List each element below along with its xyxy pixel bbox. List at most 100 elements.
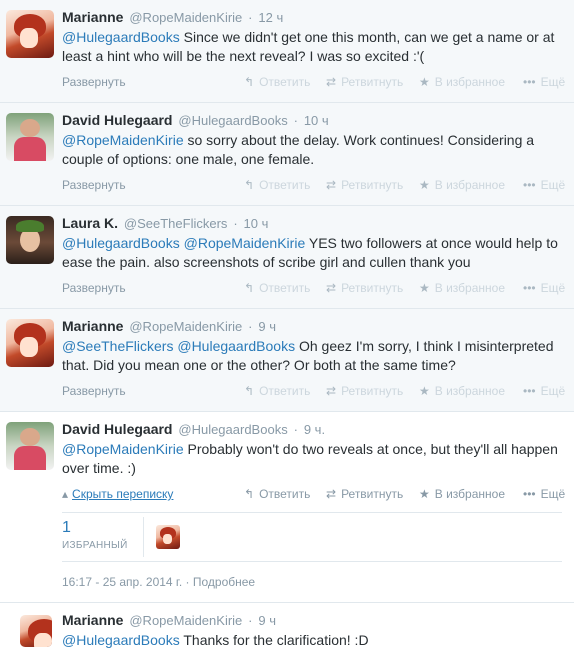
favoriters-avatars: [144, 525, 180, 549]
favorite-label: В избранное: [434, 487, 505, 501]
fullname[interactable]: David Hulegaard: [62, 421, 172, 437]
ellipsis-icon: •••: [523, 384, 536, 398]
star-icon: ★: [419, 178, 430, 192]
details-link[interactable]: Подробнее: [193, 575, 255, 589]
tweet-actions: ▴ Скрыть переписку ↰ Ответить ⇄ Ретвитнуть …: [62, 484, 565, 504]
fullname[interactable]: Marianne: [62, 318, 123, 334]
mention-link[interactable]: @RopeMaidenKirie: [184, 235, 306, 251]
favorite-button[interactable]: ★ В избранное: [419, 178, 523, 192]
favorite-button[interactable]: ★ В избранное: [419, 487, 523, 501]
separator-dot: ·: [248, 10, 253, 25]
focused-tweet[interactable]: David Hulegaard @HulegaardBooks · 9 ч. @…: [0, 412, 574, 603]
username[interactable]: @HulegaardBooks: [178, 422, 287, 437]
avatar[interactable]: [6, 216, 54, 264]
ellipsis-icon: •••: [523, 178, 536, 192]
more-button[interactable]: ••• Ещё: [523, 178, 565, 192]
mention-link[interactable]: @HulegaardBooks: [62, 235, 180, 251]
retweet-button[interactable]: ⇄ Ретвитнуть: [326, 384, 419, 398]
tweet-text: @RopeMaidenKirie so sorry about the dela…: [62, 131, 562, 169]
username[interactable]: @RopeMaidenKirie: [129, 10, 242, 25]
retweet-icon: ⇄: [326, 487, 337, 501]
more-button[interactable]: ••• Ещё: [523, 487, 565, 501]
favorite-button[interactable]: ★ В избранное: [419, 75, 523, 89]
fullname[interactable]: Laura K.: [62, 215, 118, 231]
expand-link[interactable]: Развернуть: [62, 75, 244, 89]
mention-link[interactable]: @HulegaardBooks: [177, 338, 295, 354]
favorite-button[interactable]: ★ В избранное: [419, 281, 523, 295]
tweet-meta: 16:17 - 25 апр. 2014 г. · Подробнее: [62, 562, 562, 602]
hide-conversation-link[interactable]: ▴ Скрыть переписку: [62, 487, 244, 501]
hide-conversation-label: Скрыть переписку: [72, 487, 174, 501]
star-icon: ★: [419, 281, 430, 295]
fullname[interactable]: Marianne: [62, 612, 123, 628]
reply-label: Ответить: [259, 178, 311, 192]
username[interactable]: @SeeTheFlickers: [124, 216, 228, 231]
more-label: Ещё: [540, 281, 566, 295]
retweet-label: Ретвитнуть: [341, 178, 404, 192]
tweet-actions: Развернуть ↰ Ответить ⇄ Ретвитнуть ★ В избр…: [62, 175, 565, 195]
username[interactable]: @HulegaardBooks: [178, 113, 287, 128]
avatar[interactable]: [156, 525, 180, 549]
expand-link[interactable]: Развернуть: [62, 178, 244, 192]
retweet-button[interactable]: ⇄ Ретвитнуть: [326, 281, 419, 295]
timestamp[interactable]: 9 ч.: [304, 422, 325, 437]
ellipsis-icon: •••: [523, 487, 536, 501]
retweet-button[interactable]: ⇄ Ретвитнуть: [326, 75, 419, 89]
reply-arrow-icon: ↰: [244, 178, 255, 192]
favorites-stat[interactable]: 1 ИЗБРАННЫЙ: [62, 517, 144, 557]
timestamp[interactable]: 9 ч: [258, 613, 276, 628]
tweet[interactable]: Marianne @RopeMaidenKirie · 9 ч @SeeTheF…: [0, 309, 574, 412]
tweet-header: David Hulegaard @HulegaardBooks · 10 ч: [62, 111, 562, 129]
expand-link[interactable]: Развернуть: [62, 384, 244, 398]
retweet-button[interactable]: ⇄ Ретвитнуть: [326, 487, 419, 501]
username[interactable]: @RopeMaidenKirie: [129, 319, 242, 334]
timestamp[interactable]: 10 ч: [304, 113, 329, 128]
reply-label: Ответить: [259, 384, 311, 398]
reply-button[interactable]: ↰ Ответить: [244, 75, 326, 89]
more-label: Ещё: [540, 75, 566, 89]
reply-button[interactable]: ↰ Ответить: [244, 281, 326, 295]
reply-tweet[interactable]: Marianne @RopeMaidenKirie · 9 ч @Hulegaa…: [0, 603, 574, 653]
mention-link[interactable]: @RopeMaidenKirie: [62, 132, 184, 148]
tweet-stats: 1 ИЗБРАННЫЙ: [62, 512, 562, 562]
tweet-actions: Развернуть ↰ Ответить ⇄ Ретвитнуть ★ В избр…: [62, 381, 565, 401]
more-label: Ещё: [540, 487, 566, 501]
avatar[interactable]: [20, 615, 52, 647]
more-button[interactable]: ••• Ещё: [523, 281, 565, 295]
retweet-button[interactable]: ⇄ Ретвитнуть: [326, 178, 419, 192]
reply-button[interactable]: ↰ Ответить: [244, 384, 326, 398]
favorites-label: ИЗБРАННЫЙ: [62, 540, 128, 551]
expand-link[interactable]: Развернуть: [62, 281, 244, 295]
tweet[interactable]: Marianne @RopeMaidenKirie · 12 ч @Hulega…: [0, 0, 574, 103]
username[interactable]: @RopeMaidenKirie: [129, 613, 242, 628]
expand-label: Развернуть: [62, 178, 126, 192]
favorite-label: В избранное: [434, 75, 505, 89]
avatar[interactable]: [6, 10, 54, 58]
fullname[interactable]: David Hulegaard: [62, 112, 172, 128]
mention-link[interactable]: @RopeMaidenKirie: [62, 441, 184, 457]
avatar[interactable]: [6, 113, 54, 161]
reply-button[interactable]: ↰ Ответить: [244, 487, 326, 501]
more-button[interactable]: ••• Ещё: [523, 75, 565, 89]
mention-link[interactable]: @SeeTheFlickers: [62, 338, 173, 354]
tweet[interactable]: David Hulegaard @HulegaardBooks · 10 ч @…: [0, 103, 574, 206]
avatar[interactable]: [6, 422, 54, 470]
more-button[interactable]: ••• Ещё: [523, 384, 565, 398]
tweet-text: @SeeTheFlickers @HulegaardBooks Oh geez …: [62, 337, 562, 375]
fullname[interactable]: Marianne: [62, 9, 123, 25]
avatar[interactable]: [6, 319, 54, 367]
tweet[interactable]: Laura K. @SeeTheFlickers · 10 ч @Hulegaa…: [0, 206, 574, 309]
favorite-button[interactable]: ★ В избранное: [419, 384, 523, 398]
favorites-count: 1: [62, 519, 71, 536]
mention-link[interactable]: @HulegaardBooks: [62, 29, 180, 45]
expand-label: Развернуть: [62, 281, 126, 295]
tweet-text: @HulegaardBooks @RopeMaidenKirie YES two…: [62, 234, 562, 272]
reply-button[interactable]: ↰ Ответить: [244, 178, 326, 192]
tweet-header: Marianne @RopeMaidenKirie · 12 ч: [62, 8, 562, 26]
separator-dot: ·: [293, 113, 298, 128]
timestamp[interactable]: 10 ч: [244, 216, 269, 231]
timestamp[interactable]: 12 ч: [258, 10, 283, 25]
retweet-label: Ретвитнуть: [341, 75, 404, 89]
timestamp[interactable]: 9 ч: [258, 319, 276, 334]
mention-link[interactable]: @HulegaardBooks: [62, 632, 180, 648]
